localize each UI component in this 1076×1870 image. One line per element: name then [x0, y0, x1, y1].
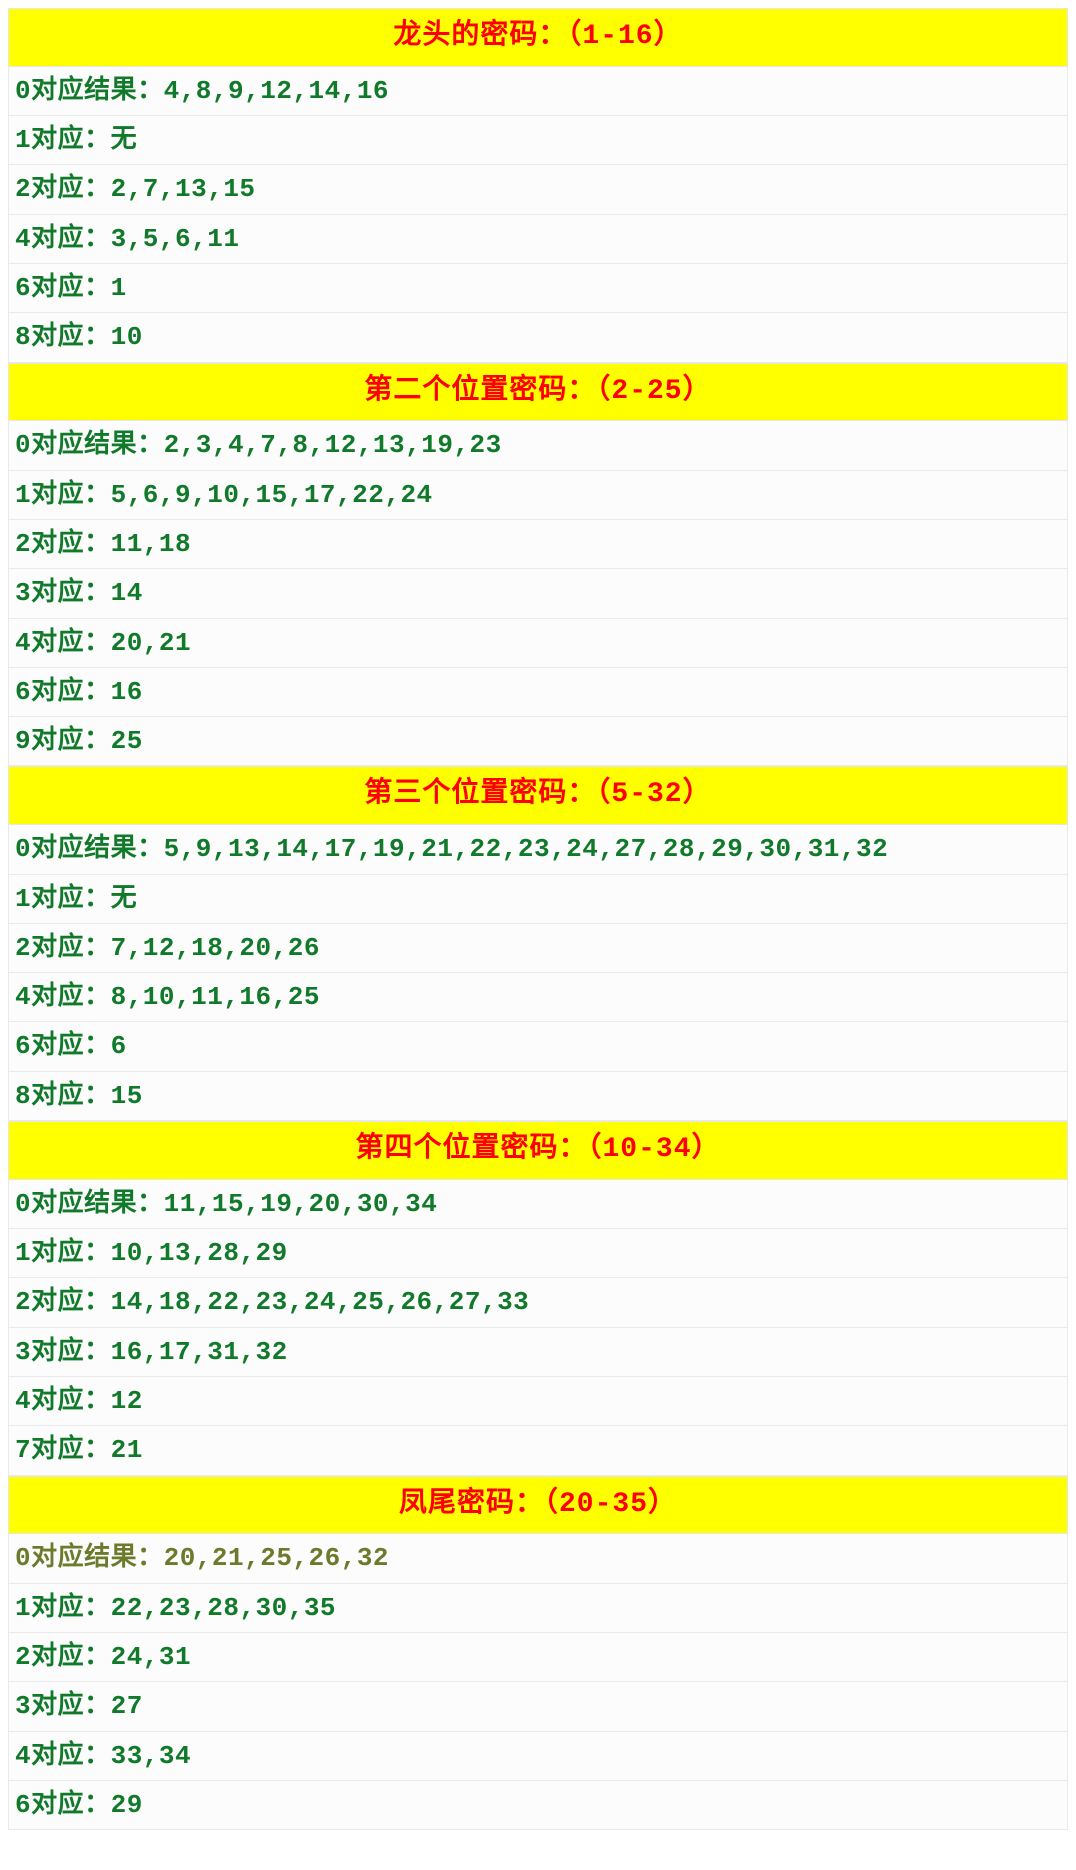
section-pos2: 第二个位置密码：（2-25） 0对应结果：2,3,4,7,8,12,13,19,…: [8, 363, 1068, 767]
table-row: 6对应：1: [8, 264, 1068, 313]
table-row: 0对应结果：4,8,9,12,14,16: [8, 67, 1068, 116]
table-row: 4对应：33,34: [8, 1732, 1068, 1781]
table-row: 0对应结果：5,9,13,14,17,19,21,22,23,24,27,28,…: [8, 825, 1068, 874]
table-row: 8对应：10: [8, 313, 1068, 362]
table-row: 4对应：3,5,6,11: [8, 215, 1068, 264]
table-row: 8对应：15: [8, 1072, 1068, 1121]
section-header: 龙头的密码：（1-16）: [8, 8, 1068, 67]
table-row: 3对应：27: [8, 1682, 1068, 1731]
table-row: 2对应：7,12,18,20,26: [8, 924, 1068, 973]
section-pos4: 第四个位置密码：（10-34） 0对应结果：11,15,19,20,30,34 …: [8, 1121, 1068, 1476]
section-header: 第三个位置密码：（5-32）: [8, 766, 1068, 825]
section-header: 第四个位置密码：（10-34）: [8, 1121, 1068, 1180]
section-fengwei: 凤尾密码：（20-35） 0对应结果：20,21,25,26,32 1对应：22…: [8, 1476, 1068, 1831]
table-row: 1对应：10,13,28,29: [8, 1229, 1068, 1278]
table-row: 6对应：29: [8, 1781, 1068, 1830]
table-row: 0对应结果：20,21,25,26,32: [8, 1534, 1068, 1583]
table-row: 9对应：25: [8, 717, 1068, 766]
section-pos3: 第三个位置密码：（5-32） 0对应结果：5,9,13,14,17,19,21,…: [8, 766, 1068, 1121]
table-row: 2对应：11,18: [8, 520, 1068, 569]
section-header: 凤尾密码：（20-35）: [8, 1476, 1068, 1535]
table-row: 4对应：8,10,11,16,25: [8, 973, 1068, 1022]
table-row: 4对应：12: [8, 1377, 1068, 1426]
table-row: 1对应：22,23,28,30,35: [8, 1584, 1068, 1633]
table-row: 6对应：6: [8, 1022, 1068, 1071]
table-row: 2对应：2,7,13,15: [8, 165, 1068, 214]
table-row: 0对应结果：2,3,4,7,8,12,13,19,23: [8, 421, 1068, 470]
page-wrap: 龙头的密码：（1-16） 0对应结果：4,8,9,12,14,16 1对应：无 …: [0, 0, 1076, 1870]
section-longtou: 龙头的密码：（1-16） 0对应结果：4,8,9,12,14,16 1对应：无 …: [8, 8, 1068, 363]
table-row: 7对应：21: [8, 1426, 1068, 1475]
table-row: 1对应：5,6,9,10,15,17,22,24: [8, 471, 1068, 520]
table-row: 2对应：24,31: [8, 1633, 1068, 1682]
section-header: 第二个位置密码：（2-25）: [8, 363, 1068, 422]
table-row: 3对应：16,17,31,32: [8, 1328, 1068, 1377]
table-row: 1对应：无: [8, 116, 1068, 165]
table-row: 0对应结果：11,15,19,20,30,34: [8, 1180, 1068, 1229]
table-row: 1对应：无: [8, 875, 1068, 924]
table-row: 6对应：16: [8, 668, 1068, 717]
table-row: 3对应：14: [8, 569, 1068, 618]
table-row: 2对应：14,18,22,23,24,25,26,27,33: [8, 1278, 1068, 1327]
table-row: 4对应：20,21: [8, 619, 1068, 668]
